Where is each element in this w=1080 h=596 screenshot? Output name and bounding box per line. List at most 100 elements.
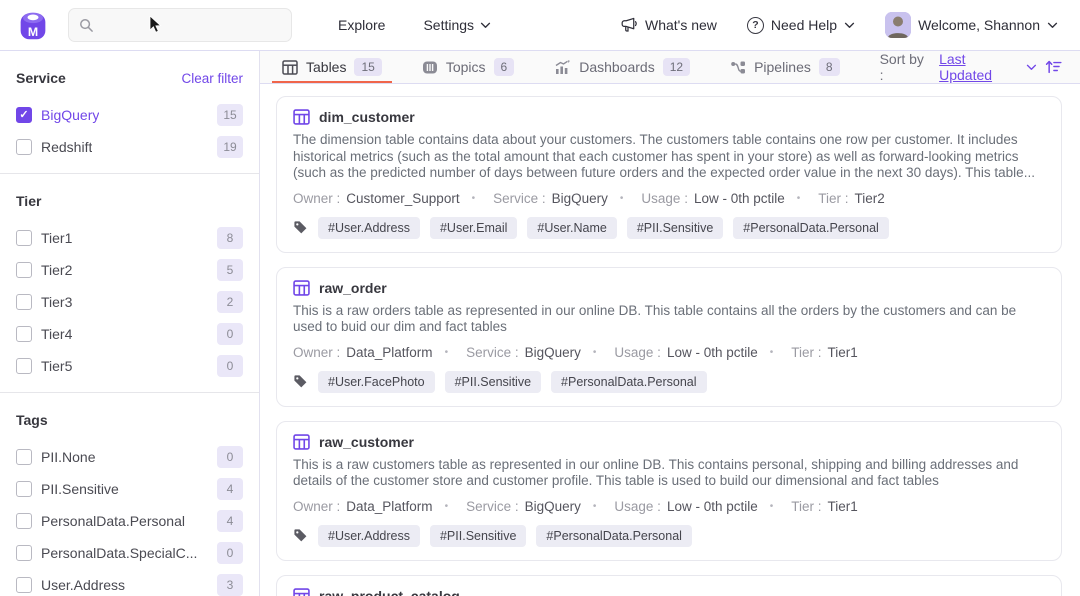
tag-chip[interactable]: #User.Name bbox=[527, 217, 616, 239]
section-title-tier: Tier bbox=[16, 193, 41, 209]
filter-section-service: Service Clear filter BigQuery 15 Redshif… bbox=[16, 51, 243, 163]
tag-chip[interactable]: #PII.Sensitive bbox=[445, 371, 541, 393]
checkbox-icon[interactable] bbox=[16, 230, 32, 246]
table-card-dim-customer[interactable]: dim_customer The dimension table contain… bbox=[276, 96, 1062, 253]
whats-new-button[interactable]: What's new bbox=[621, 17, 717, 33]
filter-option-tier5[interactable]: Tier5 0 bbox=[16, 350, 243, 382]
need-help-menu[interactable]: ? Need Help bbox=[747, 17, 855, 34]
table-icon bbox=[282, 60, 298, 75]
entity-description: This is a raw orders table as represente… bbox=[293, 303, 1045, 336]
tag-chip[interactable]: #User.FacePhoto bbox=[318, 371, 435, 393]
tab-label: Pipelines bbox=[754, 59, 811, 75]
meta-value: BigQuery bbox=[525, 345, 581, 360]
tab-tables[interactable]: Tables 15 bbox=[282, 51, 382, 83]
filter-option-bigquery[interactable]: BigQuery 15 bbox=[16, 99, 243, 131]
welcome-label: Welcome, Shannon bbox=[918, 17, 1040, 33]
tag-icon bbox=[293, 374, 308, 389]
sort-control: Sort by : Last Updated bbox=[880, 51, 1062, 83]
filter-option-redshift[interactable]: Redshift 19 bbox=[16, 131, 243, 163]
filter-label: PII.None bbox=[41, 449, 95, 465]
meta-value: Data_Platform bbox=[346, 499, 432, 514]
filter-count-badge: 4 bbox=[217, 510, 243, 532]
filter-option-personaldata-special[interactable]: PersonalData.SpecialC... 0 bbox=[16, 537, 243, 569]
checkbox-icon[interactable] bbox=[16, 326, 32, 342]
user-avatar bbox=[885, 12, 911, 38]
navbar-right: What's new ? Need Help Welcome, Shanno bbox=[621, 12, 1058, 38]
svg-text:M: M bbox=[28, 25, 38, 39]
meta-label: Usage : bbox=[614, 345, 661, 360]
tag-icon bbox=[293, 528, 308, 543]
meta-label: Usage : bbox=[614, 499, 661, 514]
tab-pipelines[interactable]: Pipelines 8 bbox=[730, 51, 840, 83]
tag-chip[interactable]: #PII.Sensitive bbox=[627, 217, 723, 239]
checkbox-checked-icon[interactable] bbox=[16, 107, 32, 123]
filter-option-pii-sensitive[interactable]: PII.Sensitive 4 bbox=[16, 473, 243, 505]
section-title-service: Service bbox=[16, 70, 66, 86]
sort-value-dropdown[interactable]: Last Updated bbox=[939, 51, 1037, 83]
filter-count-badge: 15 bbox=[217, 104, 243, 126]
filter-label: Tier1 bbox=[41, 230, 72, 246]
tab-count-badge: 8 bbox=[819, 58, 840, 76]
entity-title-link[interactable]: raw_product_catalog bbox=[319, 588, 460, 596]
checkbox-icon[interactable] bbox=[16, 449, 32, 465]
filter-label: PersonalData.SpecialC... bbox=[41, 545, 197, 561]
filter-label: User.Address bbox=[41, 577, 125, 593]
entity-tags-row: #User.Address #PII.Sensitive #PersonalDa… bbox=[293, 525, 1045, 547]
avatar-person-icon bbox=[885, 12, 911, 38]
global-search[interactable] bbox=[68, 8, 292, 42]
search-input[interactable] bbox=[102, 18, 281, 33]
tag-chip[interactable]: #PersonalData.Personal bbox=[551, 371, 707, 393]
filter-option-tier2[interactable]: Tier2 5 bbox=[16, 254, 243, 286]
tag-chip[interactable]: #User.Address bbox=[318, 525, 420, 547]
search-icon bbox=[79, 18, 94, 33]
meta-label: Usage : bbox=[641, 191, 688, 206]
checkbox-icon[interactable] bbox=[16, 358, 32, 374]
clear-filter-link[interactable]: Clear filter bbox=[181, 71, 243, 86]
table-card-raw-order[interactable]: raw_order This is a raw orders table as … bbox=[276, 267, 1062, 407]
sort-order-icon[interactable] bbox=[1045, 59, 1062, 75]
filter-option-tier4[interactable]: Tier4 0 bbox=[16, 318, 243, 350]
nav-explore[interactable]: Explore bbox=[338, 17, 385, 33]
meta-label: Owner : bbox=[293, 345, 340, 360]
checkbox-icon[interactable] bbox=[16, 139, 32, 155]
megaphone-icon bbox=[621, 17, 638, 33]
tag-chip[interactable]: #User.Email bbox=[430, 217, 517, 239]
filter-option-user-address[interactable]: User.Address 3 bbox=[16, 569, 243, 596]
entity-title-link[interactable]: raw_order bbox=[319, 280, 387, 296]
page-body: Service Clear filter BigQuery 15 Redshif… bbox=[0, 51, 1080, 596]
filter-sidebar: Service Clear filter BigQuery 15 Redshif… bbox=[0, 51, 260, 596]
filter-option-tier1[interactable]: Tier1 8 bbox=[16, 222, 243, 254]
filter-label: Tier4 bbox=[41, 326, 72, 342]
filter-option-tier3[interactable]: Tier3 2 bbox=[16, 286, 243, 318]
meta-label: Service : bbox=[466, 345, 519, 360]
checkbox-icon[interactable] bbox=[16, 262, 32, 278]
tab-dashboards[interactable]: Dashboards 12 bbox=[554, 51, 690, 83]
filter-label: PII.Sensitive bbox=[41, 481, 119, 497]
meta-label: Owner : bbox=[293, 499, 340, 514]
tab-topics[interactable]: Topics 6 bbox=[422, 51, 514, 83]
filter-option-pii-none[interactable]: PII.None 0 bbox=[16, 441, 243, 473]
entity-title-link[interactable]: dim_customer bbox=[319, 109, 415, 125]
checkbox-icon[interactable] bbox=[16, 513, 32, 529]
filter-option-personaldata-personal[interactable]: PersonalData.Personal 4 bbox=[16, 505, 243, 537]
sort-by-label: Sort by : bbox=[880, 51, 932, 83]
tag-chip[interactable]: #PII.Sensitive bbox=[430, 525, 526, 547]
checkbox-icon[interactable] bbox=[16, 577, 32, 593]
checkbox-icon[interactable] bbox=[16, 545, 32, 561]
tag-chip[interactable]: #PersonalData.Personal bbox=[536, 525, 692, 547]
openmetadata-logo-icon: M bbox=[14, 6, 52, 44]
tag-chip[interactable]: #User.Address bbox=[318, 217, 420, 239]
openmetadata-logo[interactable]: M bbox=[14, 6, 52, 44]
table-card-raw-product-catalog[interactable]: raw_product_catalog bbox=[276, 575, 1062, 596]
entity-title-link[interactable]: raw_customer bbox=[319, 434, 414, 450]
pipeline-icon bbox=[730, 60, 746, 75]
table-card-raw-customer[interactable]: raw_customer This is a raw customers tab… bbox=[276, 421, 1062, 561]
nav-settings[interactable]: Settings bbox=[423, 17, 491, 33]
user-menu[interactable]: Welcome, Shannon bbox=[885, 12, 1058, 38]
mouse-cursor-icon bbox=[149, 16, 162, 34]
meta-value: Low - 0th pctile bbox=[667, 499, 758, 514]
tag-chip[interactable]: #PersonalData.Personal bbox=[733, 217, 889, 239]
checkbox-icon[interactable] bbox=[16, 481, 32, 497]
table-icon bbox=[293, 109, 310, 125]
checkbox-icon[interactable] bbox=[16, 294, 32, 310]
